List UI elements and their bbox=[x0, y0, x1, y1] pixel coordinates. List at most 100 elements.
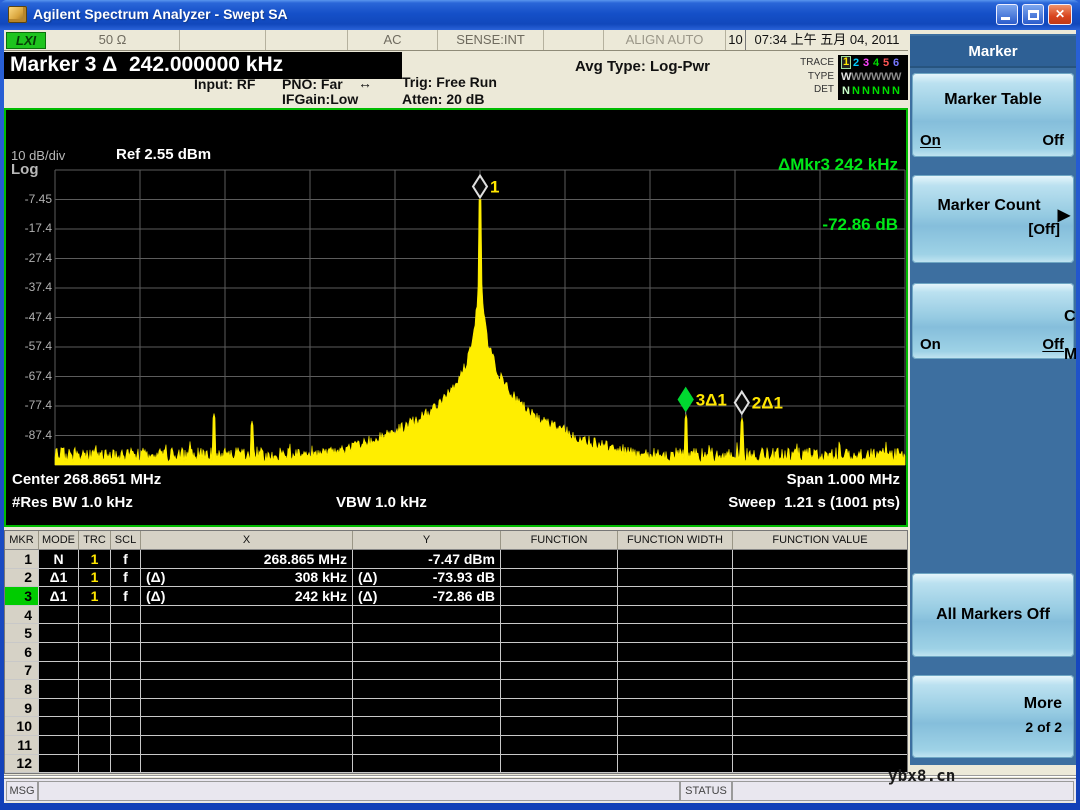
status-label: STATUS bbox=[680, 781, 732, 801]
col-function-width: FUNCTION WIDTH bbox=[618, 531, 733, 549]
date-time: 07:34 上午 五月 04, 2011 bbox=[754, 32, 900, 47]
sweep-arrow-icon: ↔ bbox=[358, 75, 372, 91]
trace-status-char: N bbox=[842, 85, 850, 97]
marker-table-off: Off bbox=[1042, 132, 1064, 149]
trace-status-char: W bbox=[891, 71, 902, 83]
table-row: 9 bbox=[5, 698, 907, 718]
col-x: X bbox=[141, 531, 353, 549]
couple-markers-line1: Couple bbox=[1064, 308, 1076, 325]
couple-markers-off: Off bbox=[1042, 336, 1064, 353]
watermark: ybx8.cn bbox=[888, 766, 956, 785]
trigger-setting: Trig: Free Run bbox=[402, 74, 497, 90]
status-cell-empty3 bbox=[544, 30, 604, 50]
col-trc: TRC bbox=[79, 531, 111, 549]
lxi-badge: LXI bbox=[6, 32, 46, 49]
y-axis-label: -77.4 bbox=[24, 398, 52, 412]
title-bar: Agilent Spectrum Analyzer - Swept SA ✕ bbox=[0, 0, 1080, 30]
avg-type-setting: Avg Type: Log-Pwr bbox=[575, 58, 710, 75]
pno-setting: PNO: Far bbox=[282, 76, 343, 92]
type-row-label: TYPE bbox=[807, 71, 834, 82]
trace-status-box: 123456 WWWWWW NNNNNN bbox=[838, 55, 908, 100]
top-status-strip: LXI 50 Ω AC SENSE:INT ALIGN AUTO 10 07:3… bbox=[4, 30, 908, 51]
status-counter: 10 bbox=[726, 30, 746, 50]
table-row: 5 bbox=[5, 624, 907, 643]
marker-2-diamond bbox=[733, 389, 750, 416]
table-row: 3 Δ1 1 f (Δ) 242 kHz (Δ) -72.86 dB bbox=[5, 587, 907, 606]
atten-setting: Atten: 20 dB bbox=[402, 91, 485, 107]
y-axis-label: -27.4 bbox=[24, 250, 52, 265]
sidebar-button-marker-count[interactable]: Marker Count ▶ [Off] bbox=[912, 175, 1074, 263]
sidebar-button-couple-markers[interactable]: Couple Markers On Off bbox=[912, 283, 1076, 363]
sense-status: SENSE:INT bbox=[438, 30, 544, 50]
maximize-icon bbox=[1028, 10, 1039, 20]
status-cell-empty2 bbox=[266, 30, 348, 50]
sidebar-button-more[interactable]: More 2 of 2 bbox=[912, 675, 1074, 758]
marker-table-header: MKR MODE TRC SCL X Y FUNCTION FUNCTION W… bbox=[5, 531, 907, 550]
spectrum-display: 1 2Δ1 3Δ1 ΔMkr3 242 kHz -72.86 dB 10 dB/di… bbox=[4, 108, 908, 527]
delta-marker-readout: ΔMkr3 242 kHz -72.86 dB bbox=[778, 115, 898, 275]
input-setting: Input: RF bbox=[194, 76, 256, 92]
ref-level: Ref 2.55 dBm bbox=[116, 146, 212, 163]
input-impedance: 50 Ω bbox=[46, 30, 180, 50]
trace-status-char: N bbox=[872, 85, 880, 97]
application-window: Agilent Spectrum Analyzer - Swept SA ✕ L… bbox=[0, 0, 1080, 810]
sidebar-button-all-markers-off[interactable]: All Markers Off bbox=[912, 573, 1074, 657]
trace-status-char: 6 bbox=[892, 57, 900, 69]
maximize-button[interactable] bbox=[1022, 4, 1044, 25]
marker-table-on: On bbox=[920, 132, 941, 149]
marker-2-label: 2Δ1 bbox=[752, 394, 783, 413]
trace-status-char: W bbox=[871, 71, 882, 83]
col-y: Y bbox=[353, 531, 501, 549]
msg-field bbox=[38, 781, 680, 801]
more-page-indicator: 2 of 2 bbox=[1025, 719, 1062, 735]
couple-markers-line2: Markers bbox=[1064, 346, 1076, 363]
y-axis-label: -37.4 bbox=[24, 280, 52, 294]
table-row: 11 bbox=[5, 735, 907, 755]
trace-status-char: 3 bbox=[862, 57, 870, 69]
status-cell-empty1 bbox=[180, 30, 266, 50]
sidebar-button-marker-table[interactable]: Marker Table On Off bbox=[912, 73, 1074, 157]
col-mode: MODE bbox=[39, 531, 79, 549]
span-annotation: Span 1.000 MHz bbox=[786, 471, 900, 488]
trace-status-char: 1 bbox=[841, 56, 851, 69]
spectrum-trace-plot: 1 2Δ1 3Δ1 bbox=[54, 169, 906, 466]
sweep-annotation: Sweep 1.21 s (1001 pts) bbox=[728, 494, 900, 511]
trace-status-char: 4 bbox=[872, 57, 880, 69]
marker-1-label: 1 bbox=[490, 178, 499, 197]
y-axis-label: -57.4 bbox=[24, 339, 52, 353]
minimize-button[interactable] bbox=[996, 4, 1018, 25]
marker-count-label: Marker Count bbox=[937, 197, 1041, 214]
trace-numbers-row: 123456 bbox=[841, 56, 908, 70]
table-row: 2 Δ1 1 f (Δ) 308 kHz (Δ) -73.93 dB bbox=[5, 568, 907, 588]
det-row-label: DET bbox=[814, 84, 834, 95]
marker-1-diamond bbox=[471, 173, 489, 200]
trace-status-char: N bbox=[882, 85, 890, 97]
y-axis-label: -17.4 bbox=[24, 221, 52, 235]
trace-status-char: 5 bbox=[882, 57, 890, 69]
col-function: FUNCTION bbox=[501, 531, 618, 549]
close-button[interactable]: ✕ bbox=[1048, 4, 1072, 25]
res-bw-annotation: #Res BW 1.0 kHz bbox=[12, 494, 133, 511]
align-status: ALIGN AUTO bbox=[604, 30, 726, 50]
minimize-icon bbox=[1001, 17, 1010, 20]
trace-status-char: N bbox=[892, 85, 900, 97]
active-marker-readout: Marker 3 Δ 242.000000 kHz bbox=[4, 52, 402, 79]
trace-status-char: N bbox=[852, 85, 860, 97]
table-row: 6 bbox=[5, 642, 907, 662]
msg-label: MSG bbox=[6, 781, 38, 801]
client-area: LXI 50 Ω AC SENSE:INT ALIGN AUTO 10 07:3… bbox=[4, 30, 1076, 803]
delta-marker-freq: ΔMkr3 242 kHz bbox=[778, 155, 898, 174]
trace-status-char: W bbox=[861, 71, 872, 83]
trace-status-char: W bbox=[841, 71, 852, 83]
trace-status-char: W bbox=[881, 71, 892, 83]
window-title: Agilent Spectrum Analyzer - Swept SA bbox=[33, 6, 288, 22]
trace-status-char: W bbox=[851, 71, 862, 83]
scale-type: Log bbox=[11, 161, 39, 178]
y-axis-label: -7.45 bbox=[24, 191, 52, 206]
trace-row-label: TRACE bbox=[800, 57, 834, 68]
marker-table-body: 1 N 1 f 268.865 MHz -7.47 dBm 2 Δ1 1 f (Δ) 308 kHz(… bbox=[5, 550, 907, 774]
ifgain-setting: IFGain:Low bbox=[282, 91, 359, 107]
center-frequency: Center 268.8651 MHz bbox=[12, 471, 162, 488]
close-icon: ✕ bbox=[1054, 7, 1066, 21]
y-axis-label: -67.4 bbox=[24, 368, 52, 383]
